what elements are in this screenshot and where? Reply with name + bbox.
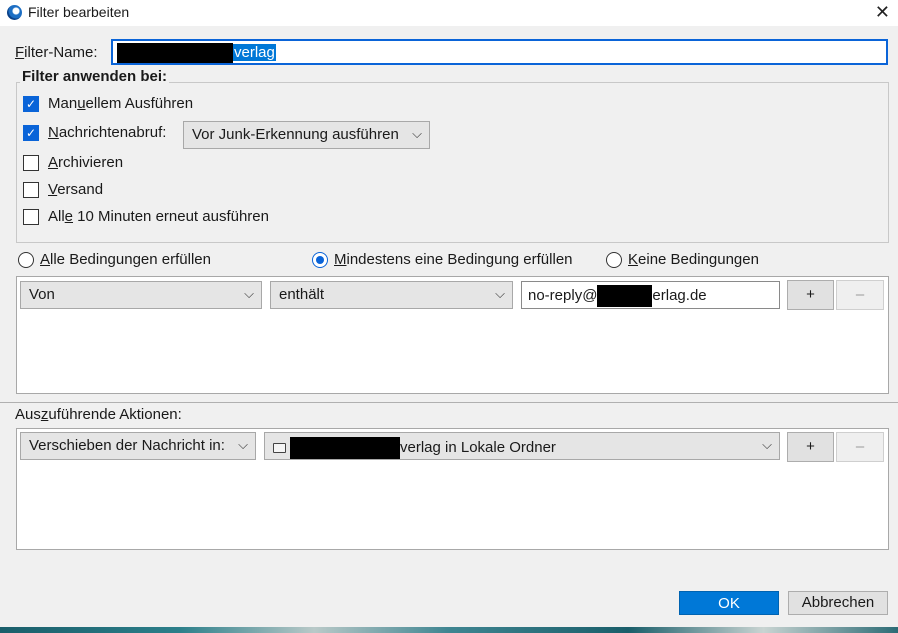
window-title: Filter bearbeiten bbox=[28, 4, 130, 20]
check-archive[interactable]: Archivieren bbox=[23, 154, 123, 171]
checkbox-checked-icon[interactable]: ✓ bbox=[23, 124, 39, 141]
actions-label: Auszuführende Aktionen: bbox=[15, 406, 182, 423]
chevron-down-icon: ⌵ bbox=[495, 286, 505, 301]
filter-name-value: verlag bbox=[233, 43, 276, 61]
radio-match-any[interactable]: Mindestens eine Bedingung erfüllen bbox=[312, 251, 573, 268]
redacted-text bbox=[290, 437, 400, 459]
close-icon[interactable]: ✕ bbox=[875, 2, 890, 23]
add-action-button[interactable]: + bbox=[787, 432, 834, 462]
chevron-down-icon: ⌵ bbox=[762, 437, 772, 452]
title-bar: Filter bearbeiten ✕ bbox=[0, 0, 898, 26]
apply-group-legend: Filter anwenden bei: bbox=[20, 68, 170, 85]
redacted-text bbox=[597, 285, 653, 307]
separator bbox=[0, 402, 898, 403]
radio-icon[interactable] bbox=[606, 251, 622, 268]
filter-name-label: Filter-Name: bbox=[15, 44, 98, 61]
checkbox-icon[interactable] bbox=[23, 154, 39, 171]
chevron-down-icon: ⌵ bbox=[244, 286, 254, 301]
checkbox-icon[interactable] bbox=[23, 208, 39, 225]
desktop-background bbox=[0, 627, 898, 633]
radio-match-all[interactable]: Alle Bedingungen erfüllen bbox=[18, 251, 211, 268]
radio-match-none[interactable]: Keine Bedingungen bbox=[606, 251, 759, 268]
condition-operator-dropdown[interactable]: enthält ⌵ bbox=[270, 281, 513, 309]
folder-icon bbox=[273, 442, 286, 453]
radio-icon[interactable] bbox=[18, 251, 34, 268]
chevron-down-icon: ⌵ bbox=[238, 437, 248, 452]
radio-selected-icon[interactable] bbox=[312, 251, 328, 268]
check-manual-run[interactable]: ✓ Manuellem Ausführen bbox=[23, 95, 193, 112]
check-new-mail[interactable]: ✓ Nachrichtenabruf: bbox=[23, 124, 166, 141]
checkbox-checked-icon[interactable]: ✓ bbox=[23, 95, 39, 112]
cancel-button[interactable]: Abbrechen bbox=[788, 591, 888, 615]
action-target-dropdown[interactable]: verlag in Lokale Ordner ⌵ bbox=[264, 432, 780, 460]
filter-name-input[interactable]: verlag bbox=[111, 39, 888, 65]
ok-button[interactable]: OK bbox=[679, 591, 779, 615]
remove-condition-button[interactable]: – bbox=[836, 280, 884, 310]
thunderbird-icon bbox=[7, 5, 22, 20]
condition-field-dropdown[interactable]: Von ⌵ bbox=[20, 281, 262, 309]
add-condition-button[interactable]: + bbox=[787, 280, 834, 310]
check-sending[interactable]: Versand bbox=[23, 181, 103, 198]
action-type-dropdown[interactable]: Verschieben der Nachricht in: ⌵ bbox=[20, 432, 256, 460]
remove-action-button[interactable]: – bbox=[836, 432, 884, 462]
junk-order-dropdown[interactable]: Vor Junk-Erkennung ausführen ⌵ bbox=[183, 121, 430, 149]
redacted-text bbox=[117, 43, 233, 63]
condition-value-input[interactable]: no-reply@ erlag.de bbox=[521, 281, 780, 309]
checkbox-icon[interactable] bbox=[23, 181, 39, 198]
check-periodic[interactable]: Alle 10 Minuten erneut ausführen bbox=[23, 208, 269, 225]
chevron-down-icon: ⌵ bbox=[412, 126, 422, 141]
